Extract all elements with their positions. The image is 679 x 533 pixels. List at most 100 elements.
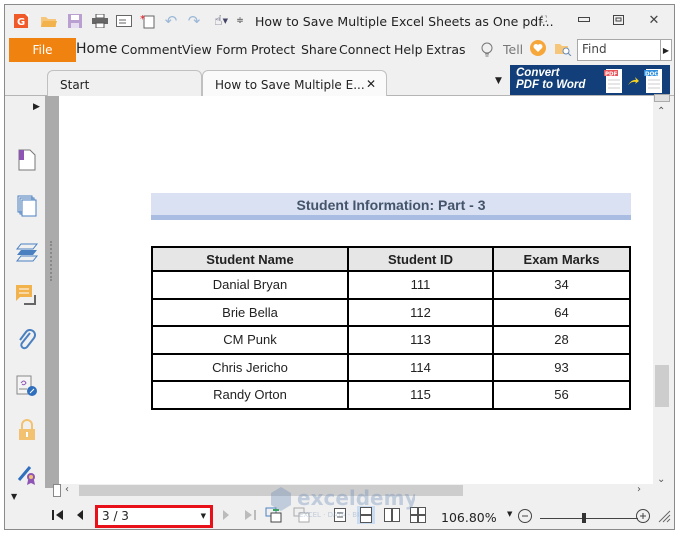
student-table: Student Name Student ID Exam Marks Dania… — [151, 246, 631, 410]
attachments-icon[interactable] — [15, 328, 39, 352]
find-input[interactable]: Find — [577, 39, 661, 61]
status-bar: 3 / 3 ▼ 106.80% ▼ — [5, 501, 674, 529]
zoom-slider-track[interactable] — [540, 518, 638, 519]
pages-icon[interactable] — [15, 194, 39, 218]
exam-marks-cell: 28 — [492, 325, 631, 355]
tab-start[interactable]: Start — [47, 70, 202, 96]
undo-icon[interactable]: ↶ — [162, 12, 180, 30]
panel-scroll-down-icon[interactable]: ▼ — [11, 492, 17, 501]
scroll-up-icon[interactable]: ⌃ — [657, 106, 665, 117]
menu-view[interactable]: View — [182, 42, 212, 57]
menu-protect[interactable]: Protect — [251, 42, 295, 57]
vertical-scrollbar[interactable]: ⌃ ⌄ — [653, 94, 671, 488]
tell-me-label[interactable]: Tell — [503, 42, 523, 57]
previous-view-button[interactable] — [265, 506, 283, 524]
expand-panel-icon[interactable]: ▶ — [33, 102, 40, 112]
save-icon[interactable] — [67, 12, 83, 30]
previous-page-button[interactable] — [71, 506, 89, 524]
table-row: Randy Orton 115 56 — [151, 380, 631, 410]
student-name-cell: CM Punk — [151, 325, 349, 355]
file-menu-button[interactable]: File — [9, 38, 76, 62]
print-icon[interactable] — [91, 12, 109, 30]
zoom-slider-handle[interactable] — [582, 513, 587, 523]
exam-marks-cell: 93 — [492, 353, 631, 382]
zoom-level[interactable]: 106.80% — [441, 510, 497, 525]
open-folder-icon[interactable] — [40, 12, 58, 30]
minimize-icon[interactable] — [575, 12, 593, 28]
menu-help[interactable]: Help — [394, 42, 423, 57]
convert-pdf-to-word-banner[interactable]: Convert PDF to Word PDF DOC — [510, 65, 670, 95]
navigation-panel: ▶ ▼ — [5, 96, 47, 501]
student-id-cell: 112 — [347, 298, 494, 327]
find-options-button[interactable]: ▶ — [660, 39, 672, 61]
first-page-button[interactable] — [49, 506, 67, 524]
student-name-cell: Randy Orton — [151, 380, 349, 410]
document-page: Student Information: Part - 3 Student Na… — [59, 96, 653, 488]
page-number-field[interactable]: 3 / 3 ▼ — [95, 505, 213, 528]
signatures-icon[interactable] — [15, 374, 39, 398]
pdf-to-doc-icon: PDF DOC — [604, 69, 662, 93]
zoom-in-icon[interactable] — [635, 508, 651, 527]
banner-line2: PDF to Word — [516, 79, 586, 91]
pdf-badge: PDF — [605, 72, 618, 78]
page-dropdown-icon[interactable]: ▼ — [201, 512, 206, 520]
tab-close-icon[interactable]: ✕ — [366, 77, 376, 91]
full-screen-icon[interactable]: ⛶ — [535, 12, 553, 28]
next-page-button[interactable] — [217, 506, 235, 524]
exam-marks-cell: 56 — [492, 380, 631, 410]
menu-home[interactable]: Home — [76, 41, 117, 57]
tab-list-dropdown-icon[interactable]: ▼ — [495, 76, 502, 86]
menu-share[interactable]: Share — [301, 42, 337, 57]
facing-view-icon[interactable] — [383, 506, 401, 524]
zoom-out-icon[interactable] — [517, 508, 533, 527]
horizontal-scrollbar[interactable]: ‹ › — [53, 484, 653, 497]
tab-document[interactable]: How to Save Multiple E... ✕ — [202, 70, 387, 96]
lightbulb-icon — [481, 42, 493, 60]
hscroll-left-edge[interactable] — [53, 484, 61, 497]
banner-line1: Convert — [516, 67, 560, 79]
close-icon[interactable]: ✕ — [645, 12, 663, 28]
menu-form[interactable]: Form — [216, 42, 248, 57]
single-page-view-icon[interactable] — [331, 506, 349, 524]
window-title: How to Save Multiple Excel Sheets as One… — [255, 14, 554, 29]
app-window: G * ↶ ↷ ☝ ▼ ≑ How to Save Multiple Excel … — [4, 4, 675, 530]
last-page-button[interactable] — [241, 506, 259, 524]
menu-connect[interactable]: Connect — [339, 42, 391, 57]
customize-toolbar-icon[interactable]: ≑ — [235, 12, 245, 30]
layers-icon[interactable] — [15, 240, 39, 264]
redo-icon[interactable]: ↷ — [185, 12, 203, 30]
panel-splitter[interactable] — [45, 96, 59, 488]
split-view-handle[interactable] — [654, 94, 670, 102]
horizontal-scroll-thumb[interactable] — [79, 485, 463, 496]
new-document-icon[interactable]: * — [139, 12, 157, 30]
heart-icon[interactable] — [530, 40, 546, 59]
bookmarks-icon[interactable] — [15, 148, 39, 172]
zoom-dropdown-icon[interactable]: ▼ — [507, 510, 512, 518]
scroll-left-icon[interactable]: ‹ — [65, 484, 69, 495]
app-logo-icon[interactable]: G — [13, 12, 31, 30]
security-lock-icon[interactable] — [15, 418, 39, 442]
next-view-button[interactable] — [293, 506, 311, 524]
student-name-cell: Brie Bella — [151, 298, 349, 327]
student-id-cell: 115 — [347, 380, 494, 410]
restore-icon[interactable] — [609, 12, 627, 28]
svg-text:*: * — [140, 14, 145, 25]
menu-extras[interactable]: Extras — [426, 42, 466, 57]
table-row: Danial Bryan 111 34 — [151, 270, 631, 300]
splitter-grip[interactable] — [50, 241, 53, 281]
email-icon[interactable] — [115, 12, 133, 30]
scroll-down-icon[interactable]: ⌄ — [657, 474, 665, 485]
hand-tool-icon[interactable]: ☝ ▼ — [209, 12, 233, 30]
student-name-cell: Chris Jericho — [151, 353, 349, 382]
resize-grip-icon[interactable] — [657, 509, 671, 526]
student-name-cell: Danial Bryan — [151, 270, 349, 300]
scroll-right-icon[interactable]: › — [637, 484, 641, 495]
vertical-scroll-thumb[interactable] — [655, 365, 669, 407]
table-header-row: Student Name Student ID Exam Marks — [151, 246, 631, 272]
continuous-facing-view-icon[interactable] — [409, 506, 427, 524]
continuous-view-icon[interactable] — [357, 506, 375, 524]
comments-icon[interactable] — [15, 284, 39, 308]
menu-comment[interactable]: Comment — [121, 42, 182, 57]
certify-icon[interactable] — [15, 462, 39, 486]
folder-search-icon[interactable] — [554, 41, 572, 59]
